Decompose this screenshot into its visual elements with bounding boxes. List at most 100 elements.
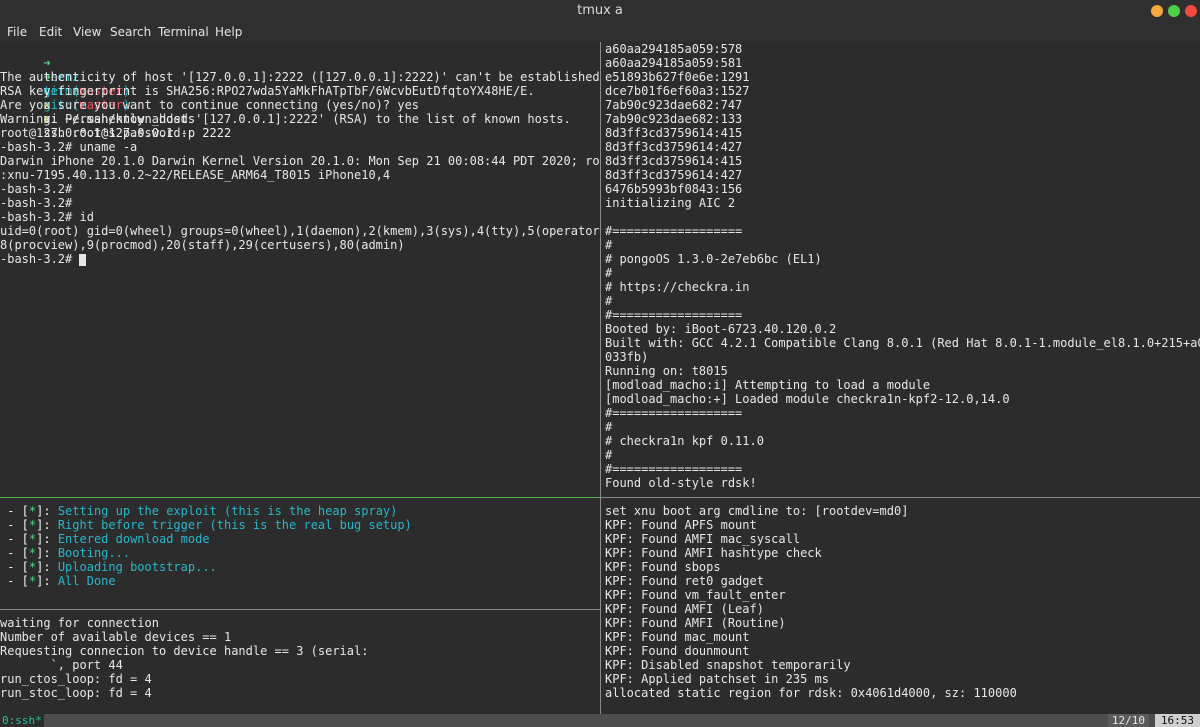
log-line: [modload_macho:i] Attempting to load a m… [605, 378, 931, 392]
window-titlebar: tmux a [0, 0, 1200, 22]
log-line: #================== [605, 406, 743, 420]
log-msg: Right before trigger (this is the real b… [57, 518, 412, 532]
log-line: 7ab90c923dae682:133 [605, 112, 743, 126]
log-suffix: ]: [36, 560, 58, 574]
log-line: # [605, 294, 613, 308]
minimize-button[interactable] [1151, 5, 1163, 17]
terminal-line: Number of available devices == 1 [0, 630, 232, 644]
terminal-line: The authenticity of host '[127.0.0.1]:22… [0, 70, 600, 84]
terminal-cursor [79, 253, 87, 266]
log-line: a60aa294185a059:578 [605, 42, 743, 56]
log-line: 7ab90c923dae682:747 [605, 98, 743, 112]
terminal-line: 8(procview),9(procmod),20(staff),29(cert… [0, 238, 405, 252]
terminal-line: :xnu-7195.40.113.0.2~22/RELEASE_ARM64_T8… [0, 168, 391, 182]
log-line: 6476b5993bf0843:156 [605, 182, 743, 196]
log-prefix: - [ [0, 504, 29, 518]
horizontal-pane-separator[interactable] [0, 497, 600, 498]
window-tab-ssh[interactable]: 0:ssh* [0, 714, 44, 727]
log-line: 033fb) [605, 350, 649, 364]
log-line: KPF: Found vm_fault_enter [605, 588, 786, 602]
log-line: KPF: Found ret0 gadget [605, 574, 764, 588]
terminal-area[interactable]: ➜ termz git:(master) ✗ vi ~/.ssh/known_h… [0, 42, 1200, 714]
terminal-line: Darwin iPhone 20.1.0 Darwin Kernel Versi… [0, 154, 600, 168]
log-prefix: - [ [0, 546, 29, 560]
prompt-line: ➜ termz git:(master) ✗ ssh root@127.0.0.… [0, 56, 600, 140]
log-line: - [*]: Uploading bootstrap... [0, 560, 600, 574]
terminal-input-line[interactable]: -bash-3.2# [0, 252, 600, 266]
log-line: #================== [605, 462, 743, 476]
vertical-pane-separator[interactable] [600, 42, 601, 714]
menu-terminal[interactable]: Terminal [158, 22, 209, 42]
log-line: dce7b01f6ef60a3:1527 [605, 84, 750, 98]
right-pane[interactable]: a60aa294185a059:578 a60aa294185a059:581 … [605, 42, 1200, 714]
log-suffix: ]: [36, 546, 58, 560]
menu-edit[interactable]: Edit [39, 22, 62, 42]
log-prefix: - [ [0, 532, 29, 546]
left-top-pane[interactable]: ➜ termz git:(master) ✗ vi ~/.ssh/known_h… [0, 42, 600, 498]
log-line: #================== [605, 308, 743, 322]
log-line: - [*]: Right before trigger (this is the… [0, 518, 600, 532]
log-line: Running on: t8015 [605, 364, 728, 378]
log-line: [modload_macho:+] Loaded module checkra1… [605, 392, 1010, 406]
log-line: e51893b627f0e6e:1291 [605, 70, 750, 84]
log-suffix: ]: [36, 518, 58, 532]
log-line: # pongoOS 1.3.0-2e7eb6bc (EL1) [605, 252, 822, 266]
terminal-prompt: -bash-3.2# [0, 252, 80, 266]
log-line: #================== [605, 224, 743, 238]
log-line: KPF: Found AMFI mac_syscall [605, 532, 801, 546]
menu-file[interactable]: File [7, 22, 27, 42]
log-line: # https://checkra.in [605, 280, 750, 294]
terminal-line: uid=0(root) gid=0(wheel) groups=0(wheel)… [0, 224, 600, 238]
log-line: KPF: Found APFS mount [605, 518, 757, 532]
log-line: a60aa294185a059:581 [605, 56, 743, 70]
log-suffix: ]: [36, 504, 58, 518]
log-prefix: - [ [0, 574, 29, 588]
terminal-line: -bash-3.2# [0, 182, 73, 196]
log-line: KPF: Found mac_mount [605, 630, 750, 644]
log-msg: Entered download mode [57, 532, 210, 546]
log-line: # [605, 420, 613, 434]
terminal-line: root@127.0.0.1's password: [0, 126, 188, 140]
log-msg: Setting up the exploit (this is the heap… [57, 504, 398, 518]
log-line: Found old-style rdsk! [605, 476, 757, 490]
log-msg: All Done [57, 574, 116, 588]
log-line: - [*]: Entered download mode [0, 532, 600, 546]
log-line: allocated static region for rdsk: 0x4061… [605, 686, 1017, 700]
left-bottom-pane[interactable]: waiting for connection Number of availab… [0, 616, 600, 714]
log-line: # checkra1n kpf 0.11.0 [605, 434, 764, 448]
log-line: 8d3ff3cd3759614:415 [605, 154, 743, 168]
log-line: Booted by: iBoot-6723.40.120.0.2 [605, 322, 837, 336]
log-line: KPF: Found AMFI (Routine) [605, 616, 786, 630]
menu-view[interactable]: View [73, 22, 101, 42]
terminal-line: `, port 44 [0, 658, 123, 672]
log-msg: Booting... [57, 546, 131, 560]
log-line: KPF: Found sbops [605, 560, 721, 574]
terminal-line: waiting for connection [0, 616, 159, 630]
log-prefix: - [ [0, 518, 29, 532]
terminal-line: -bash-3.2# id [0, 210, 94, 224]
close-button[interactable] [1185, 5, 1197, 17]
left-middle-pane[interactable]: - [*]: Setting up the exploit (this is t… [0, 504, 600, 606]
log-line: KPF: Disabled snapshot temporarily [605, 658, 851, 672]
menu-help[interactable]: Help [215, 22, 242, 42]
maximize-button[interactable] [1168, 5, 1180, 17]
log-line: 8d3ff3cd3759614:427 [605, 140, 743, 154]
log-line: - [*]: Setting up the exploit (this is t… [0, 504, 600, 518]
log-line: KPF: Found AMFI hashtype check [605, 546, 822, 560]
window-title: tmux a [577, 3, 623, 18]
horizontal-pane-separator[interactable] [0, 609, 600, 610]
log-line: - [*]: Booting... [0, 546, 600, 560]
log-line: KPF: Found dounmount [605, 644, 750, 658]
terminal-line: Are you sure you want to continue connec… [0, 98, 420, 112]
status-date: 12/10 [1107, 714, 1149, 727]
log-line: KPF: Found AMFI (Leaf) [605, 602, 764, 616]
terminal-line: Warning: Permanently added '[127.0.0.1]:… [0, 112, 571, 126]
log-prefix: - [ [0, 560, 29, 574]
terminal-line: -bash-3.2# [0, 196, 73, 210]
log-line: set xnu boot arg cmdline to: [rootdev=md… [605, 504, 909, 518]
menu-search[interactable]: Search [110, 22, 151, 42]
prompt-line: ➜ termz git:(master) ✗ vi ~/.ssh/known_h… [0, 42, 600, 126]
log-line: 8d3ff3cd3759614:415 [605, 126, 743, 140]
